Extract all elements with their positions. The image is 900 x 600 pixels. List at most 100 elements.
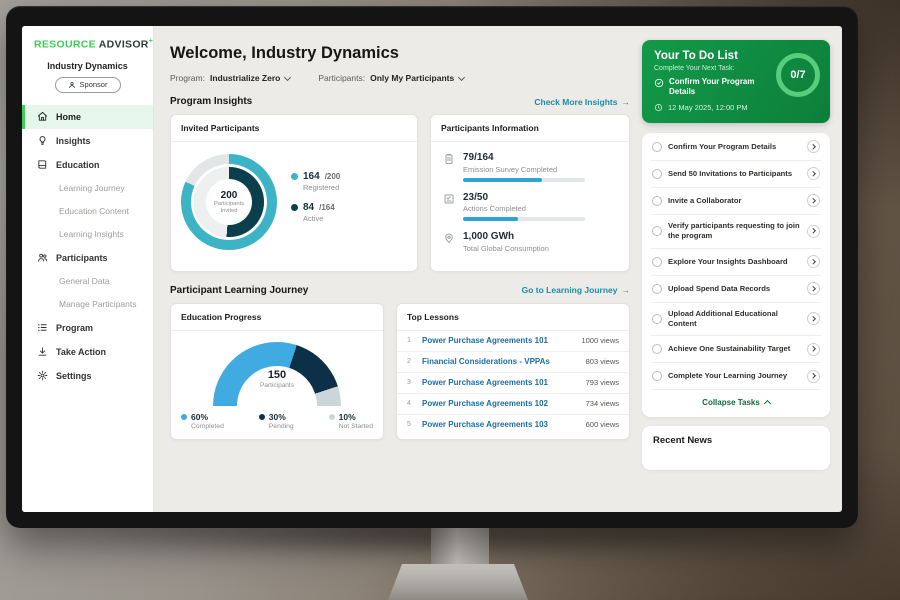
task-row[interactable]: Invite a Collaborator: [651, 188, 821, 215]
next-task-row[interactable]: Confirm Your Program Details: [654, 77, 774, 98]
lesson-link[interactable]: Power Purchase Agreements 101: [422, 378, 548, 387]
chevron-right-icon[interactable]: [807, 140, 820, 153]
book-icon: [37, 159, 48, 170]
sidebar-item-label: Education Content: [59, 206, 129, 216]
participants-information-card: Participants Information 79/164 Emission…: [430, 114, 630, 272]
lesson-views: 803 views: [586, 357, 619, 366]
next-task-time: 12 May 2025, 12:00 PM: [654, 103, 818, 112]
link-label: Check More Insights: [534, 97, 617, 107]
task-row[interactable]: Upload Spend Data Records: [651, 276, 821, 303]
lesson-link[interactable]: Power Purchase Agreements 103: [422, 420, 548, 429]
sidebar-item-learning-insights[interactable]: Learning Insights: [22, 223, 153, 246]
chevron-right-icon[interactable]: [807, 194, 820, 207]
legend-not-started: 10% Not Started: [329, 412, 373, 430]
legend-active: 84 /164 Active: [291, 202, 340, 223]
sidebar-item-learning-journey[interactable]: Learning Journey: [22, 177, 153, 200]
program-filter-value: Industrialize Zero: [210, 73, 280, 83]
task-label: Complete Your Learning Journey: [668, 371, 801, 381]
lesson-row[interactable]: 1 Power Purchase Agreements 101 1000 vie…: [397, 331, 629, 352]
info-card-title: Participants Information: [431, 115, 629, 142]
participants-filter[interactable]: Participants: Only My Participants: [318, 73, 464, 83]
sidebar-item-manage-participants[interactable]: Manage Participants: [22, 293, 153, 316]
todo-task-list: Confirm Your Program Details Send 50 Inv…: [642, 133, 830, 417]
pin-icon: [443, 232, 455, 244]
lesson-row[interactable]: 3 Power Purchase Agreements 101 793 view…: [397, 373, 629, 394]
learning-cards-row: Education Progress 150 Participants: [170, 303, 630, 440]
lesson-link[interactable]: Financial Considerations - VPPAs: [422, 357, 550, 366]
chevron-right-icon[interactable]: [807, 167, 820, 180]
task-row[interactable]: Explore Your Insights Dashboard: [651, 249, 821, 276]
chevron-right-icon[interactable]: [807, 255, 820, 268]
task-checkbox[interactable]: [652, 371, 662, 381]
people-icon: [37, 252, 48, 263]
task-row[interactable]: Complete Your Learning Journey: [651, 363, 821, 390]
sidebar-item-education[interactable]: Education: [22, 153, 153, 177]
lesson-rank: 3: [407, 379, 415, 386]
person-icon: [68, 81, 76, 89]
sidebar-item-label: Program: [56, 323, 93, 333]
task-checkbox[interactable]: [652, 196, 662, 206]
monitor-stand-base: [388, 564, 528, 600]
sidebar-item-insights[interactable]: Insights: [22, 129, 153, 153]
sidebar-item-participants[interactable]: Participants: [22, 246, 153, 270]
gear-icon: [37, 370, 48, 381]
task-row[interactable]: Confirm Your Program Details: [651, 134, 821, 161]
collapse-tasks-button[interactable]: Collapse Tasks: [651, 390, 821, 416]
sidebar-item-general-data[interactable]: General Data: [22, 270, 153, 293]
legend-label: Registered: [303, 183, 340, 192]
checklist-icon: [443, 193, 455, 205]
legend-dot-active: [291, 204, 298, 211]
task-checkbox[interactable]: [652, 344, 662, 354]
logo-plus: +: [149, 38, 153, 45]
check-circle-icon: [654, 78, 664, 88]
chevron-right-icon[interactable]: [807, 370, 820, 383]
legend-denominator: /164: [319, 203, 335, 212]
chevron-right-icon[interactable]: [807, 312, 820, 325]
program-filter[interactable]: Program: Industrialize Zero: [170, 73, 290, 83]
task-label: Upload Spend Data Records: [668, 284, 801, 294]
task-row[interactable]: Achieve One Sustainability Target: [651, 336, 821, 363]
lesson-link[interactable]: Power Purchase Agreements 101: [422, 336, 548, 345]
task-label: Explore Your Insights Dashboard: [668, 257, 801, 267]
stat-value: 1,000 GWh: [463, 231, 549, 242]
sidebar-item-education-content[interactable]: Education Content: [22, 200, 153, 223]
insights-cards-row: Invited Participants 200 Participants In…: [170, 114, 630, 272]
chevron-down-icon: [458, 73, 465, 80]
task-checkbox[interactable]: [652, 226, 662, 236]
sidebar-item-home[interactable]: Home: [22, 105, 153, 129]
task-checkbox[interactable]: [652, 257, 662, 267]
sidebar-item-program[interactable]: Program: [22, 316, 153, 340]
task-label: Achieve One Sustainability Target: [668, 344, 801, 354]
lesson-row[interactable]: 2 Financial Considerations - VPPAs 803 v…: [397, 352, 629, 373]
legend-label: Pending: [269, 423, 294, 430]
scene: RESOURCE ADVISOR+ Industry Dynamics Spon…: [0, 0, 900, 600]
logo-advisor: ADVISOR: [99, 39, 149, 51]
task-checkbox[interactable]: [652, 284, 662, 294]
check-more-insights-link[interactable]: Check More Insights →: [534, 97, 630, 107]
go-to-learning-journey-link[interactable]: Go to Learning Journey →: [522, 285, 630, 295]
task-checkbox[interactable]: [652, 142, 662, 152]
main-content: Welcome, Industry Dynamics Program: Indu…: [154, 26, 642, 512]
lesson-row[interactable]: 5 Power Purchase Agreements 103 600 view…: [397, 415, 629, 435]
chevron-right-icon[interactable]: [807, 343, 820, 356]
participants-filter-label: Participants:: [318, 73, 365, 83]
lesson-link[interactable]: Power Purchase Agreements 102: [422, 399, 548, 408]
education-progress-card: Education Progress 150 Participants: [170, 303, 384, 440]
invited-participants-donut: 200 Participants Invited: [181, 154, 277, 250]
chevron-right-icon[interactable]: [807, 282, 820, 295]
lightbulb-icon: [37, 135, 48, 146]
home-icon: [37, 111, 48, 122]
legend-denominator: /200: [325, 172, 341, 181]
task-row[interactable]: Verify participants requesting to join t…: [651, 215, 821, 249]
task-row[interactable]: Send 50 Invitations to Participants: [651, 161, 821, 188]
lesson-views: 734 views: [586, 399, 619, 408]
stat-label: Emission Survey Completed: [463, 165, 585, 174]
sidebar-item-settings[interactable]: Settings: [22, 364, 153, 388]
todo-progress-value: 0/7: [790, 69, 805, 81]
lesson-row[interactable]: 4 Power Purchase Agreements 102 734 view…: [397, 394, 629, 415]
task-checkbox[interactable]: [652, 169, 662, 179]
task-row[interactable]: Upload Additional Educational Content: [651, 303, 821, 337]
sidebar-item-take-action[interactable]: Take Action: [22, 340, 153, 364]
chevron-right-icon[interactable]: [807, 225, 820, 238]
task-checkbox[interactable]: [652, 314, 662, 324]
